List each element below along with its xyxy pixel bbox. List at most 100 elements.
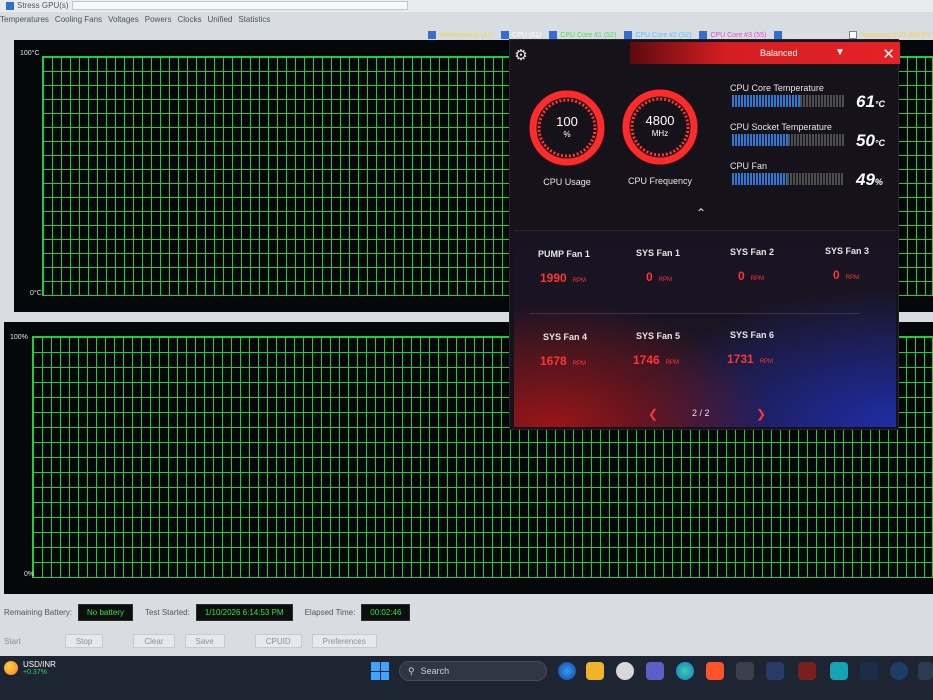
legend-checkbox[interactable] bbox=[549, 31, 558, 39]
cpu-usage-gauge: 100 % bbox=[527, 88, 607, 168]
fan-value: 1990 bbox=[540, 271, 567, 285]
legend-label: Samsung SSD 860 EV bbox=[860, 31, 932, 39]
elapsed-time-label: Elapsed Time: bbox=[304, 607, 356, 617]
fan-name: SYS Fan 5 bbox=[636, 331, 681, 341]
status-bar: Remaining Battery: No battery Test Start… bbox=[0, 600, 933, 624]
cpuid-button[interactable]: CPUID bbox=[254, 634, 302, 648]
stress-gpu-label: Stress GPU(s) bbox=[17, 1, 69, 10]
fp-app-icon[interactable] bbox=[798, 662, 816, 680]
legend-label: CPU Core #3 (55) bbox=[710, 31, 767, 39]
pc-app-icon[interactable] bbox=[766, 662, 784, 680]
cpu-usage-unit: % bbox=[563, 130, 571, 139]
cpu-frequency-gauge: 4800 MHz bbox=[620, 87, 700, 167]
tab-temperatures[interactable]: Temperatures bbox=[0, 13, 49, 27]
legend-label: CPU (61) bbox=[512, 31, 542, 39]
cpu-socket-temp-fill bbox=[732, 134, 788, 146]
fan-readout: 1731 RPM bbox=[727, 352, 773, 366]
brave-icon[interactable] bbox=[706, 662, 724, 680]
cpu-core-temp-track bbox=[732, 95, 844, 107]
fan-unit: RPM bbox=[665, 360, 680, 366]
overflow-icon[interactable] bbox=[918, 662, 933, 680]
clear-button[interactable]: Clear bbox=[133, 634, 175, 648]
tab-bar: Temperatures Cooling Fans Voltages Power… bbox=[0, 13, 270, 27]
cpu-socket-temp-bar: CPU Socket Temperature 50°C bbox=[730, 122, 885, 150]
lrc-app-icon[interactable] bbox=[860, 662, 878, 680]
cpu-core-temp-bar: CPU Core Temperature 61°C bbox=[730, 83, 885, 111]
fan-item-sys-3: SYS Fan 3 0 RPM bbox=[825, 246, 905, 282]
cpu-fan-unit: % bbox=[874, 177, 883, 187]
fan-readout: 1990 RPM bbox=[540, 271, 586, 285]
cpu-frequency-unit: MHz bbox=[651, 129, 669, 138]
fan-name: SYS Fan 1 bbox=[636, 248, 681, 258]
stock-change: +0.37% bbox=[23, 669, 47, 676]
mode-selector[interactable]: Balanced ▼ ✕ bbox=[630, 42, 900, 64]
tab-voltages[interactable]: Voltages bbox=[108, 13, 139, 27]
chevron-up-icon[interactable]: ⌃ bbox=[696, 206, 706, 220]
legend-checkbox[interactable] bbox=[501, 31, 510, 39]
cpu-core-temp-rest bbox=[800, 95, 844, 107]
fan-unit: RPM bbox=[759, 359, 774, 365]
settings-app-icon[interactable] bbox=[616, 662, 634, 680]
legend-item-samsung-ssd[interactable]: Samsung SSD 860 EV bbox=[849, 31, 931, 39]
fan-unit: RPM bbox=[750, 276, 765, 282]
gear-icon[interactable]: ⚙ bbox=[513, 48, 529, 64]
legend-label: CPU Core #2 (52) bbox=[635, 31, 692, 39]
cpu-core-temp-value: 61 bbox=[856, 92, 875, 111]
copilot-icon[interactable] bbox=[558, 662, 576, 680]
stress-gpu-checkbox[interactable] bbox=[6, 1, 14, 10]
legend-item-motherboard[interactable]: Motherboard (41) bbox=[428, 31, 493, 39]
wifi-app-icon[interactable] bbox=[890, 662, 908, 680]
windows-start-button[interactable] bbox=[371, 662, 389, 680]
legend-checkbox[interactable] bbox=[774, 31, 783, 39]
tab-clocks[interactable]: Clocks bbox=[177, 13, 201, 27]
fan-divider bbox=[530, 313, 860, 314]
edge-icon[interactable] bbox=[676, 662, 694, 680]
tab-powers[interactable]: Powers bbox=[145, 13, 172, 27]
legend-item-cpu-core-2[interactable]: CPU Core #2 (52) bbox=[624, 31, 691, 39]
stock-widget[interactable]: USD/INR +0.37% bbox=[4, 660, 56, 676]
tab-statistics[interactable]: Statistics bbox=[238, 13, 270, 27]
fan-readout: 1746 RPM bbox=[633, 353, 679, 367]
legend-checkbox[interactable] bbox=[849, 31, 858, 39]
fan-item-sys-4: SYS Fan 4 1678 RPM bbox=[540, 332, 623, 368]
fan-pager: ❮ 2 / 2 ❯ bbox=[648, 407, 768, 421]
fan-name: SYS Fan 3 bbox=[825, 246, 870, 256]
fan-value: 1746 bbox=[633, 353, 660, 367]
fan-item-sys-2: SYS Fan 2 0 RPM bbox=[730, 247, 810, 283]
stress-gpu-option[interactable]: Stress GPU(s) bbox=[6, 1, 69, 10]
save-button[interactable]: Save bbox=[184, 634, 225, 648]
preferences-button[interactable]: Preferences bbox=[311, 634, 377, 648]
tab-cooling-fans[interactable]: Cooling Fans bbox=[55, 13, 102, 27]
cpu-socket-temp-title: CPU Socket Temperature bbox=[730, 122, 832, 132]
cpu-usage-value: 100 bbox=[556, 114, 578, 129]
legend-item-cpu-core-3[interactable]: CPU Core #3 (55) bbox=[699, 31, 766, 39]
legend-item-cpu-core-4[interactable]: CPU Core #4 (62) bbox=[774, 31, 841, 39]
cpu-socket-temp-unit: °C bbox=[874, 138, 886, 148]
stop-button[interactable]: Stop bbox=[64, 634, 104, 648]
legend-item-cpu[interactable]: CPU (61) bbox=[501, 31, 541, 39]
cpu-fan-track bbox=[732, 173, 844, 185]
cpu-fan-title: CPU Fan bbox=[730, 161, 768, 171]
fan-name: SYS Fan 6 bbox=[730, 330, 775, 340]
taskbar-search[interactable]: ⚲ Search bbox=[399, 661, 547, 681]
legend-checkbox[interactable] bbox=[699, 31, 708, 39]
chevron-left-icon[interactable]: ❮ bbox=[648, 407, 658, 421]
fan-readout: 1678 RPM bbox=[540, 354, 586, 368]
chevron-right-icon[interactable]: ❯ bbox=[756, 407, 766, 421]
test-started-value: 1/10/2026 6:14:53 PM bbox=[195, 603, 293, 621]
start-button[interactable]: Start bbox=[0, 634, 25, 648]
legend-item-cpu-core-1[interactable]: CPU Core #1 (52) bbox=[549, 31, 616, 39]
app-icon[interactable] bbox=[736, 662, 754, 680]
fan-unit: RPM bbox=[658, 277, 673, 283]
legend-checkbox[interactable] bbox=[428, 31, 436, 39]
taskbar: USD/INR +0.37% ⚲ Search bbox=[0, 656, 933, 700]
legend-label: CPU Core #1 (52) bbox=[560, 31, 617, 39]
top-field[interactable] bbox=[72, 1, 408, 10]
legend-checkbox[interactable] bbox=[624, 31, 633, 39]
fan-value: 0 bbox=[738, 269, 745, 283]
teams-icon[interactable] bbox=[646, 662, 664, 680]
tab-unified[interactable]: Unified bbox=[207, 13, 232, 27]
file-explorer-icon[interactable] bbox=[586, 662, 604, 680]
close-icon[interactable]: ✕ bbox=[882, 45, 895, 63]
layers-app-icon[interactable] bbox=[830, 662, 848, 680]
